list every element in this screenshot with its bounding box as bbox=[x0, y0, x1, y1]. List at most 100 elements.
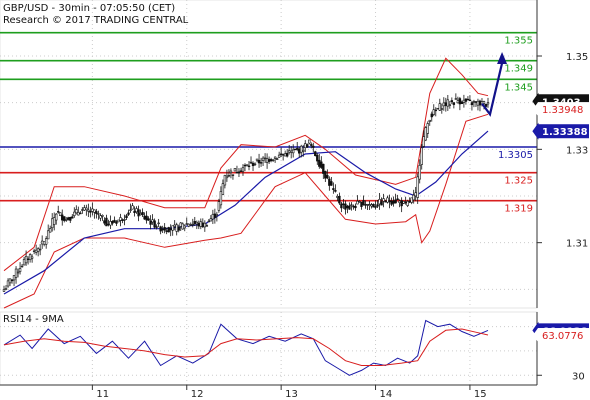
candle-body bbox=[402, 201, 405, 204]
candle-body bbox=[207, 220, 211, 223]
candle-body bbox=[273, 156, 277, 159]
candle-body bbox=[271, 159, 275, 162]
candle-body bbox=[141, 212, 144, 216]
candle-body bbox=[75, 209, 78, 214]
candle-body bbox=[2, 289, 6, 292]
candle-body bbox=[448, 104, 452, 106]
candle-body bbox=[93, 209, 96, 213]
candle-body bbox=[468, 99, 472, 102]
candle-body bbox=[398, 200, 401, 203]
x-tick-label: 12 bbox=[191, 389, 204, 400]
candle-body bbox=[378, 199, 381, 205]
candle-body bbox=[159, 226, 162, 232]
candle-body bbox=[115, 221, 118, 224]
candle-body bbox=[117, 219, 120, 223]
candle-body bbox=[310, 144, 313, 146]
candle-body bbox=[460, 101, 464, 105]
candle-body bbox=[137, 209, 140, 217]
candle-body bbox=[65, 219, 68, 221]
candle-body bbox=[109, 221, 112, 226]
candle-body bbox=[380, 201, 383, 206]
candle-body bbox=[326, 175, 329, 179]
candle-body bbox=[358, 200, 361, 203]
chart-root: 1.355 1.349 1.345 1.3305 1.325 1.319 11 12 13 14… bbox=[0, 0, 590, 400]
candle-body bbox=[304, 143, 307, 149]
candle-body bbox=[394, 199, 397, 204]
candle-body bbox=[362, 200, 365, 206]
candle-body bbox=[302, 150, 305, 152]
level-label-resistance: 1.355 bbox=[504, 36, 533, 47]
candle-body bbox=[219, 191, 223, 206]
candle-body bbox=[225, 175, 229, 179]
candle-body bbox=[396, 198, 399, 201]
candle-body bbox=[32, 250, 36, 253]
candle-body bbox=[416, 176, 419, 198]
x-tick-label: 15 bbox=[474, 389, 487, 400]
candle-body bbox=[34, 249, 38, 253]
candle-body bbox=[85, 207, 88, 211]
candle-body bbox=[370, 204, 373, 207]
candle-body bbox=[26, 258, 30, 260]
candle-body bbox=[472, 101, 476, 103]
candle-body bbox=[287, 150, 291, 153]
candle-body bbox=[46, 230, 50, 240]
candle-body bbox=[374, 206, 377, 208]
price-badge-label: 1.33948 bbox=[542, 105, 583, 116]
candle-body bbox=[434, 109, 437, 112]
candle-body bbox=[199, 221, 203, 227]
candle-body bbox=[99, 215, 102, 219]
candle-body bbox=[195, 221, 198, 225]
candle-body bbox=[354, 205, 357, 209]
candle-body bbox=[193, 221, 196, 224]
candle-body bbox=[28, 254, 32, 260]
candle-body bbox=[209, 218, 213, 222]
candle-body bbox=[157, 222, 160, 225]
candle-body bbox=[77, 212, 80, 216]
candle-body bbox=[344, 203, 347, 210]
candle-body bbox=[342, 203, 345, 205]
candle-body bbox=[233, 168, 237, 172]
candle-body bbox=[243, 164, 247, 167]
candle-body bbox=[20, 265, 24, 268]
candle-body bbox=[227, 175, 231, 177]
candle-body bbox=[364, 204, 367, 206]
candle-body bbox=[175, 224, 178, 232]
candle-body bbox=[167, 227, 170, 233]
price-badge-label: 1.33388 bbox=[542, 127, 588, 138]
candle-body bbox=[269, 159, 273, 162]
candle-body bbox=[298, 148, 301, 154]
candle-body bbox=[4, 288, 8, 290]
candle-body bbox=[348, 205, 351, 210]
candle-body bbox=[55, 213, 58, 221]
candle-body bbox=[251, 162, 255, 167]
candle-body bbox=[127, 212, 130, 215]
candle-body bbox=[53, 217, 56, 225]
candle-body bbox=[456, 100, 460, 104]
candle-body bbox=[486, 102, 490, 105]
candle-body bbox=[107, 223, 110, 226]
candle-body bbox=[249, 161, 253, 164]
candle-body bbox=[40, 240, 44, 245]
candle-body bbox=[121, 219, 124, 221]
candle-body bbox=[241, 167, 245, 172]
candle-body bbox=[87, 209, 90, 212]
candle-body bbox=[296, 148, 299, 150]
candle-body bbox=[261, 157, 265, 161]
candle-body bbox=[185, 223, 188, 225]
candle-body bbox=[151, 219, 154, 223]
candle-body bbox=[430, 113, 433, 118]
candle-body bbox=[119, 217, 122, 221]
candle-body bbox=[103, 220, 106, 224]
candle-body bbox=[368, 204, 371, 206]
candle-body bbox=[211, 214, 215, 220]
x-tick-label: 13 bbox=[285, 389, 298, 400]
x-tick-label: 11 bbox=[96, 389, 109, 400]
candle-body bbox=[57, 211, 60, 213]
candle-body bbox=[410, 197, 413, 203]
candle-body bbox=[332, 188, 335, 190]
candle-body bbox=[97, 213, 100, 215]
y-tick-label: 1.33 bbox=[566, 145, 588, 156]
candle-body bbox=[197, 223, 201, 227]
candle-body bbox=[123, 219, 126, 221]
candle-body bbox=[95, 211, 98, 214]
